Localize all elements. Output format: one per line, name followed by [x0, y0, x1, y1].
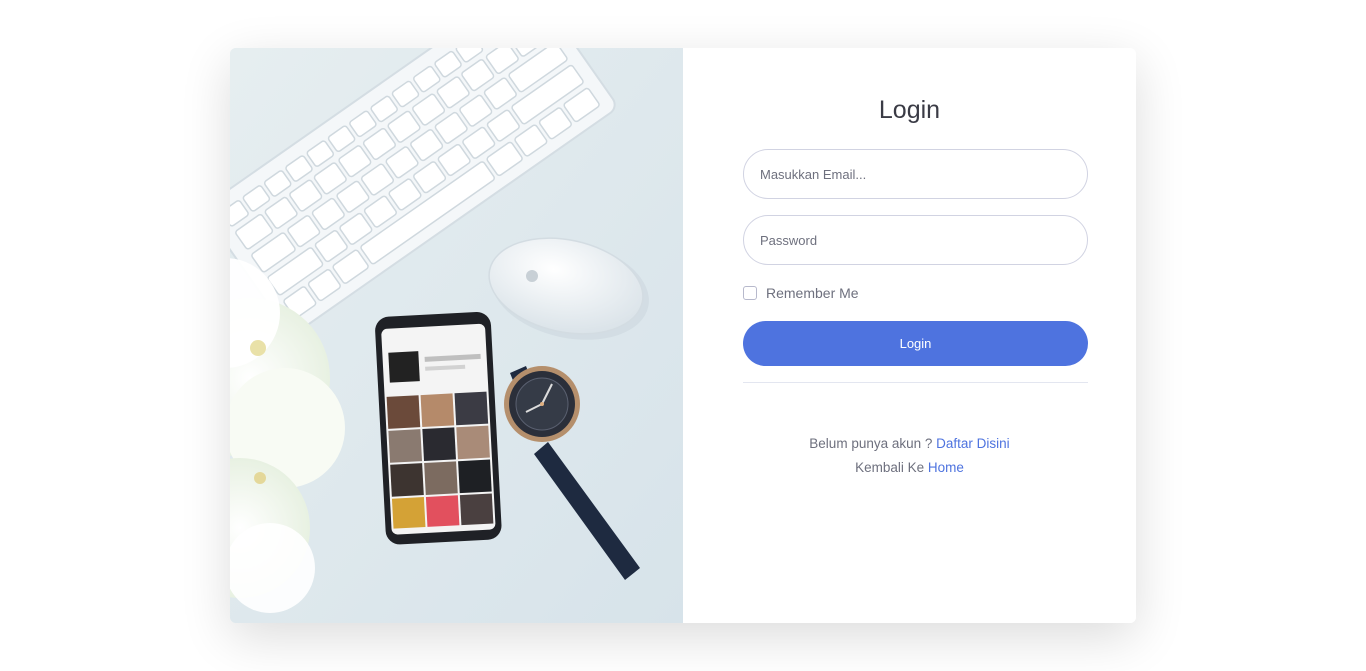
- remember-me-checkbox[interactable]: Remember Me: [743, 285, 859, 301]
- checkbox-box[interactable]: [743, 286, 757, 300]
- remember-me-label: Remember Me: [766, 285, 859, 301]
- password-input[interactable]: [743, 215, 1088, 265]
- login-form-panel: Login Remember Me Login Belum punya akun…: [683, 48, 1136, 623]
- login-title: Login: [878, 96, 941, 124]
- register-prompt: Belum punya akun ?: [809, 436, 933, 451]
- login-button[interactable]: Login: [743, 321, 1088, 366]
- home-prompt: Kembali Ke: [855, 460, 925, 475]
- divider: [743, 382, 1088, 383]
- email-input[interactable]: [743, 149, 1088, 199]
- hero-image: [230, 48, 683, 623]
- home-link[interactable]: Home: [928, 460, 964, 475]
- login-card: Login Remember Me Login Belum punya akun…: [230, 48, 1136, 623]
- smartphone-icon: [375, 312, 502, 545]
- home-prompt-line: Kembali Ke Home: [683, 460, 1136, 475]
- register-prompt-line: Belum punya akun ? Daftar Disini: [683, 436, 1136, 451]
- register-link[interactable]: Daftar Disini: [936, 436, 1010, 451]
